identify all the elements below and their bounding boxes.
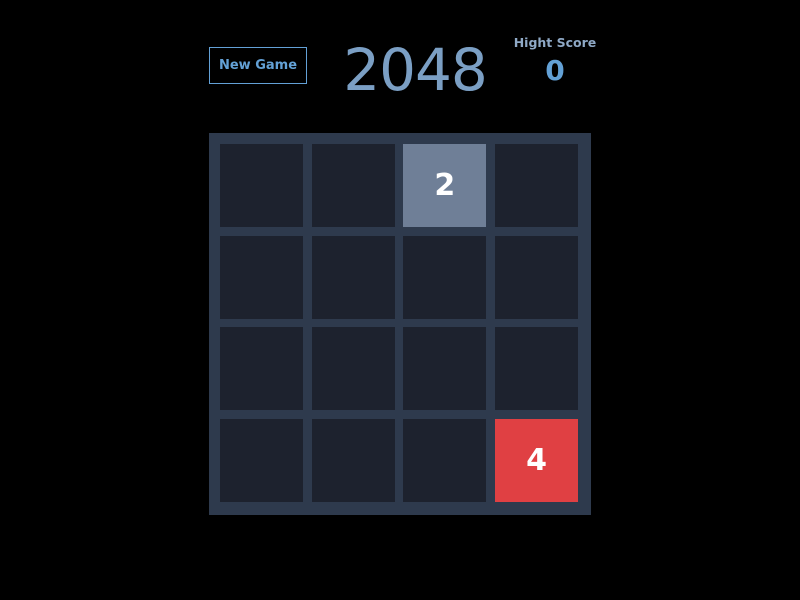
board-cell: [220, 419, 303, 502]
board-cell: [220, 327, 303, 411]
board-cell: [403, 419, 487, 502]
board-cell: [403, 327, 487, 411]
board-cell: [311, 144, 395, 227]
board-cell: [495, 144, 578, 227]
new-game-button[interactable]: New Game: [209, 47, 307, 84]
board-cell: [311, 235, 395, 319]
game-board[interactable]: 24: [209, 133, 591, 515]
board-cell: [220, 235, 303, 319]
high-score-panel: Hight Score 0: [510, 34, 600, 90]
board-cell: [311, 327, 395, 411]
board-cell: [311, 419, 395, 502]
board-cell: [220, 144, 303, 227]
tile-4: 4: [495, 419, 578, 502]
game-page: New Game 2048 Hight Score 0 24: [0, 0, 800, 600]
high-score-value: 0: [545, 54, 565, 87]
board-cell: [495, 235, 578, 319]
high-score-label: Hight Score: [513, 35, 597, 50]
tile-2: 2: [403, 144, 487, 227]
game-title: 2048: [343, 36, 488, 104]
board-cell: [403, 235, 487, 319]
board-cell: [495, 327, 578, 411]
